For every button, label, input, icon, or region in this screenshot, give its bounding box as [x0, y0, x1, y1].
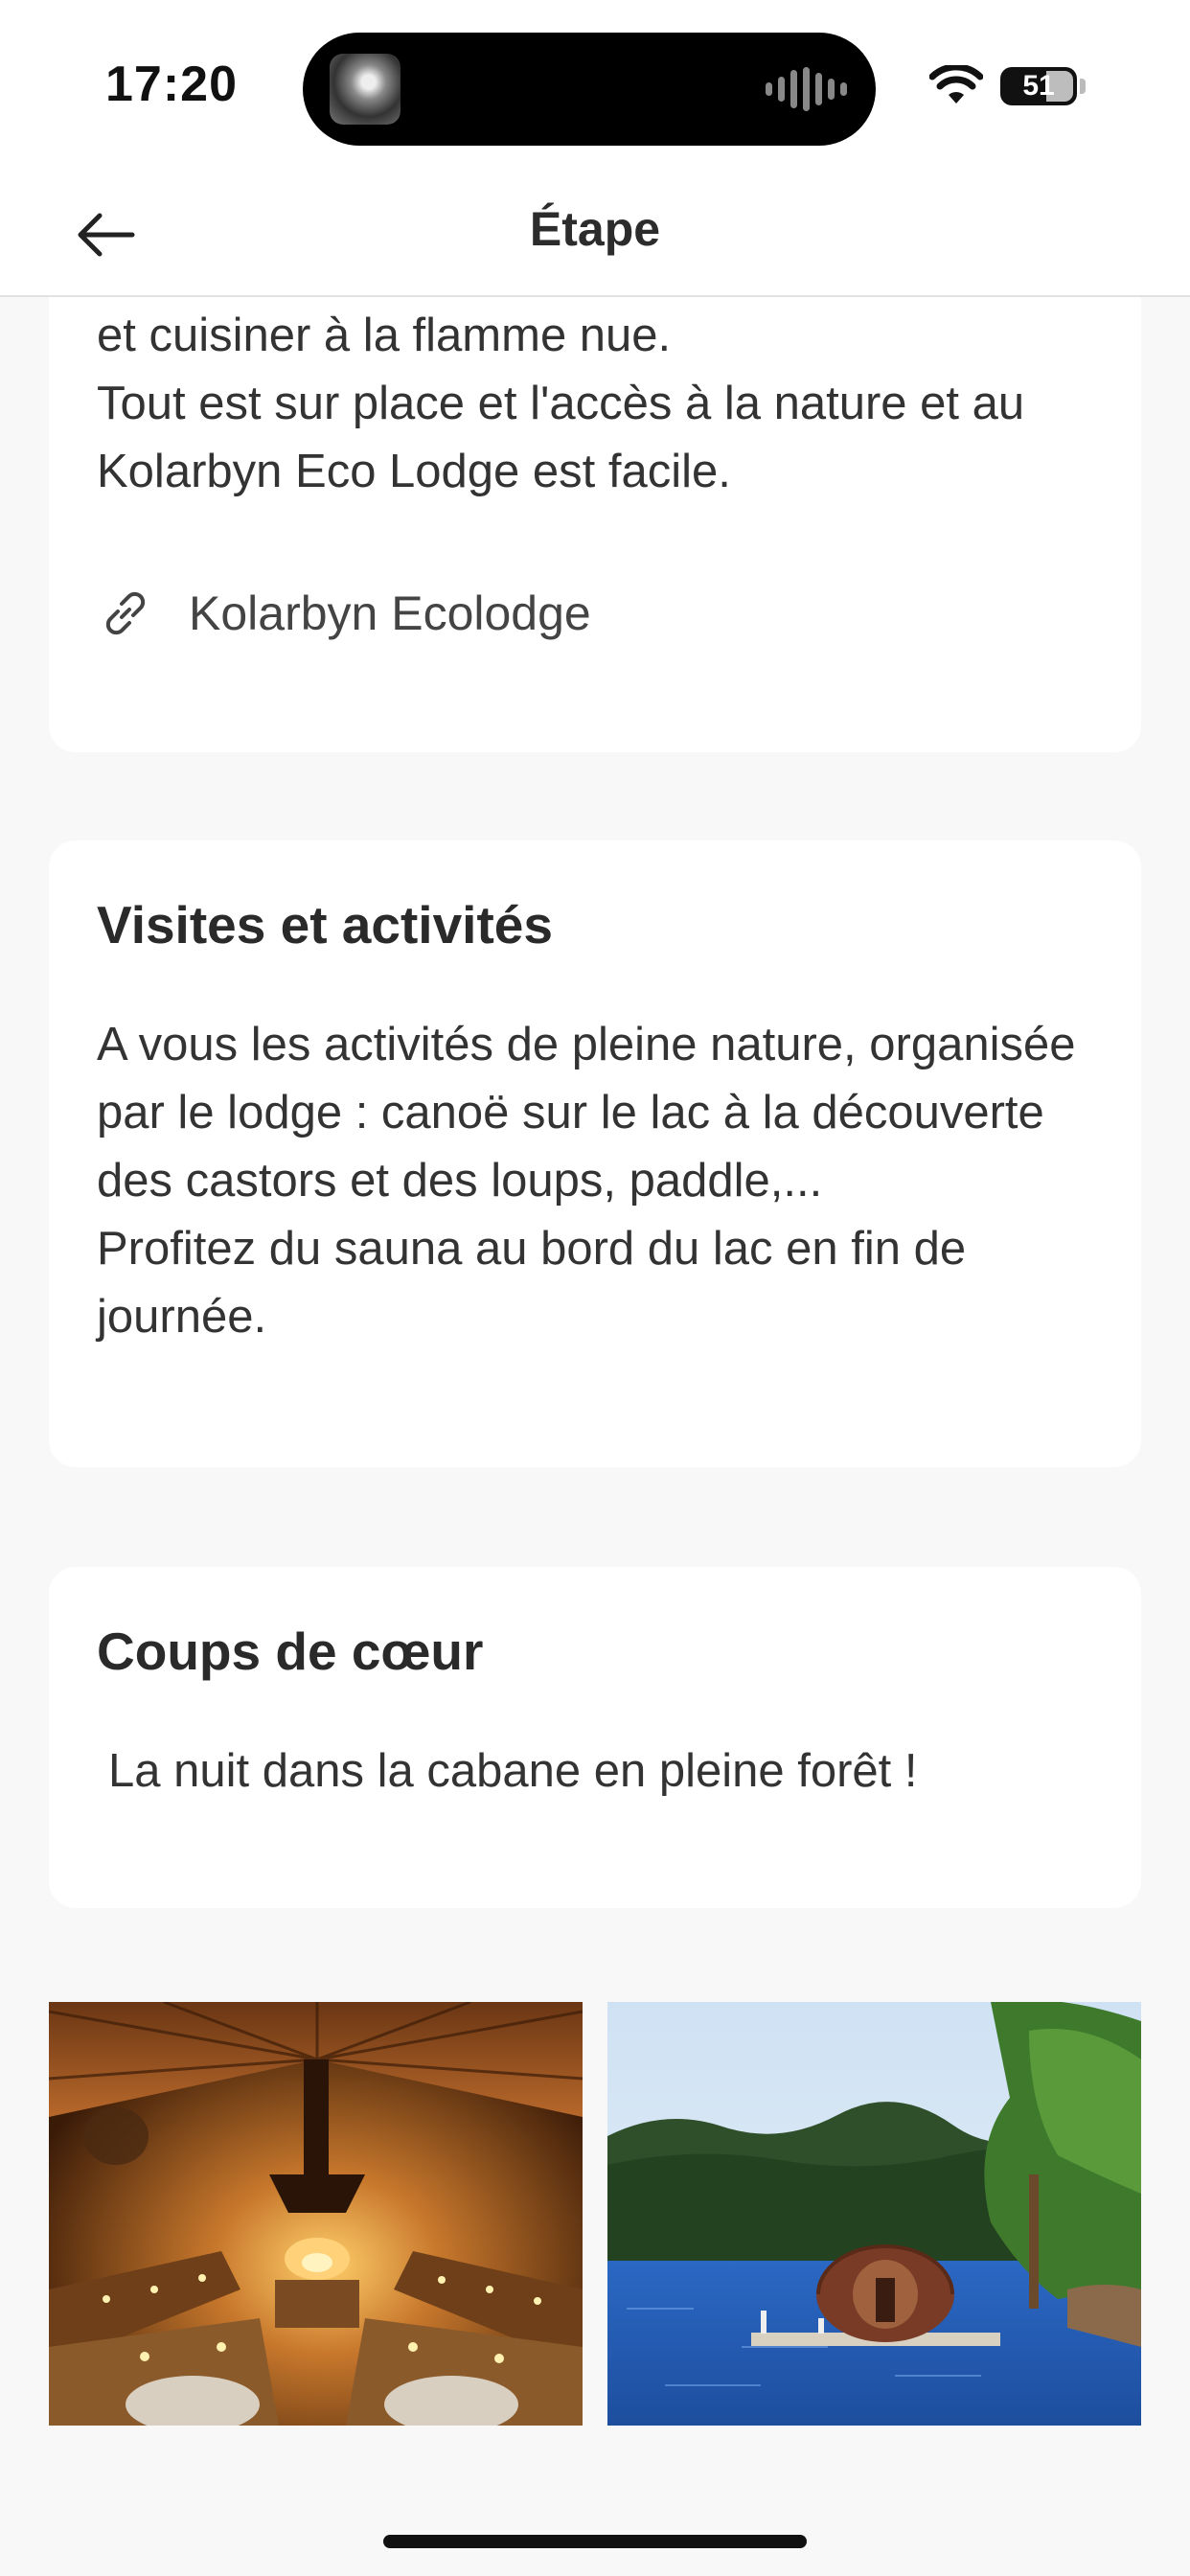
status-time: 17:20 [105, 57, 238, 112]
link-icon [105, 591, 146, 635]
favorites-title: Coups de cœur [97, 1622, 484, 1681]
home-indicator[interactable] [383, 2535, 807, 2548]
accommodation-text: et cuisiner à la flamme nue. Tout est su… [97, 310, 1025, 497]
scroll-content[interactable]: et cuisiner à la flamme nue. Tout est su… [0, 297, 1190, 2576]
battery-level: 51 [1022, 70, 1055, 102]
website-link-label: Kolarbyn Ecolodge [189, 586, 591, 640]
website-link[interactable]: Kolarbyn Ecolodge [97, 585, 591, 642]
activities-title: Visites et activités [97, 895, 553, 954]
activities-card: Visites et activités A vous les activité… [49, 840, 1141, 1467]
battery-tip [1080, 79, 1086, 94]
dynamic-island[interactable] [303, 33, 876, 146]
page-title: Étape [529, 202, 661, 256]
nav-bar: Étape [0, 172, 1190, 297]
favorites-text: La nuit dans la cabane en pleine forêt ! [108, 1745, 918, 1797]
lake-sauna-photo[interactable] [607, 2002, 1141, 2426]
now-playing-artwork [330, 54, 400, 125]
audio-waveform-icon [766, 67, 847, 111]
activities-text: A vous les activités de pleine nature, o… [97, 1019, 1076, 1343]
favorites-card: Coups de cœur La nuit dans la cabane en … [49, 1567, 1141, 1908]
accommodation-card: et cuisiner à la flamme nue. Tout est su… [49, 297, 1141, 752]
lodge-interior-photo[interactable] [49, 2002, 583, 2426]
status-bar: 17:20 51 [0, 0, 1190, 172]
wifi-icon [929, 65, 983, 104]
battery-icon: 51 [1000, 67, 1077, 105]
